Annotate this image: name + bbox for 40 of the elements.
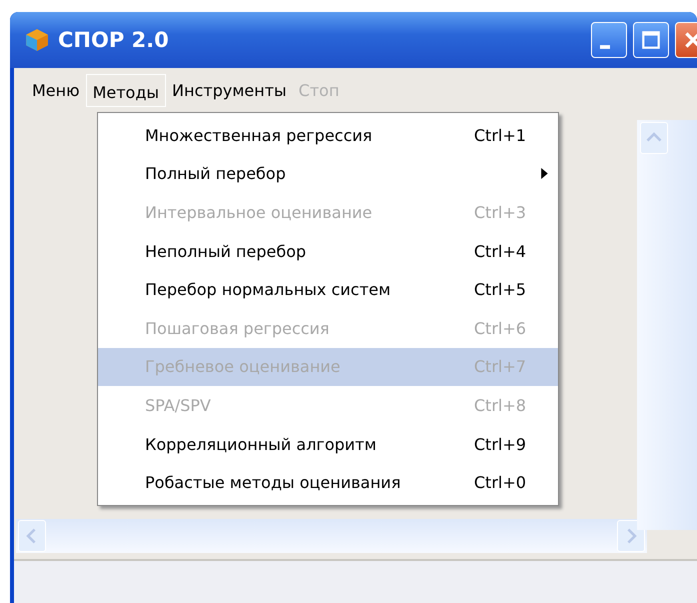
menu-item-label: Гребневое оценивание <box>145 357 342 376</box>
maximize-icon <box>640 29 662 51</box>
menu-item-label: Робастые методы оценивания <box>145 473 402 492</box>
scroll-left-icon[interactable] <box>18 520 46 552</box>
menu-item[interactable]: Неполный перебор Ctrl+4 <box>98 232 558 270</box>
menu-item[interactable]: Полный перебор <box>98 154 558 194</box>
menu-item[interactable]: Перебор нормальных систем Ctrl+5 <box>98 270 558 309</box>
horizontal-scrollbar[interactable] <box>16 519 647 553</box>
shortcut-label: Ctrl+0 <box>474 473 528 492</box>
menu-item-label: Неполный перебор <box>145 242 308 261</box>
menu-item[interactable]: Робастые методы оценивания Ctrl+0 <box>98 463 558 502</box>
scroll-right-icon[interactable] <box>617 520 645 552</box>
window-title: СПОР 2.0 <box>58 28 170 52</box>
minimize-icon <box>600 45 610 49</box>
shortcut-label: Ctrl+8 <box>474 396 528 415</box>
menu-item-label: SPA/SPV <box>145 396 212 415</box>
menu-item-label: Перебор нормальных систем <box>145 280 392 300</box>
shortcut-label: Ctrl+6 <box>474 318 528 338</box>
submenu-arrow-icon <box>541 168 548 180</box>
menu-item[interactable]: Множественная регрессия Ctrl+1 <box>98 116 558 155</box>
menu-bar-item[interactable]: Меню <box>26 74 86 106</box>
minimize-button[interactable] <box>591 22 627 58</box>
maximize-button[interactable] <box>633 22 669 58</box>
shortcut-label: Ctrl+5 <box>474 280 528 300</box>
menu-bar-item[interactable]: Методы <box>86 74 166 106</box>
cube-icon <box>24 27 50 53</box>
scroll-up-icon[interactable] <box>640 122 668 154</box>
shortcut-label: Ctrl+9 <box>474 434 528 454</box>
menu-item-label: Интервальное оценивание <box>145 202 374 222</box>
vertical-scrollbar[interactable] <box>637 120 697 530</box>
menu-item-label: Множественная регрессия <box>145 126 374 145</box>
shortcut-label: Ctrl+7 <box>474 357 528 376</box>
shortcut-label: Ctrl+1 <box>474 126 528 145</box>
menu-item-label: Пошаговая регрессия <box>145 318 330 338</box>
shortcut-label: Ctrl+3 <box>474 202 528 222</box>
menu-item[interactable]: Корреляционный алгоритм Ctrl+9 <box>98 424 558 464</box>
menu-item-label: Корреляционный алгоритм <box>145 434 378 454</box>
menu-bar-item[interactable]: Инструменты <box>166 74 293 106</box>
menu-item-label: Полный перебор <box>145 164 287 184</box>
shortcut-label: Ctrl+4 <box>474 242 528 261</box>
